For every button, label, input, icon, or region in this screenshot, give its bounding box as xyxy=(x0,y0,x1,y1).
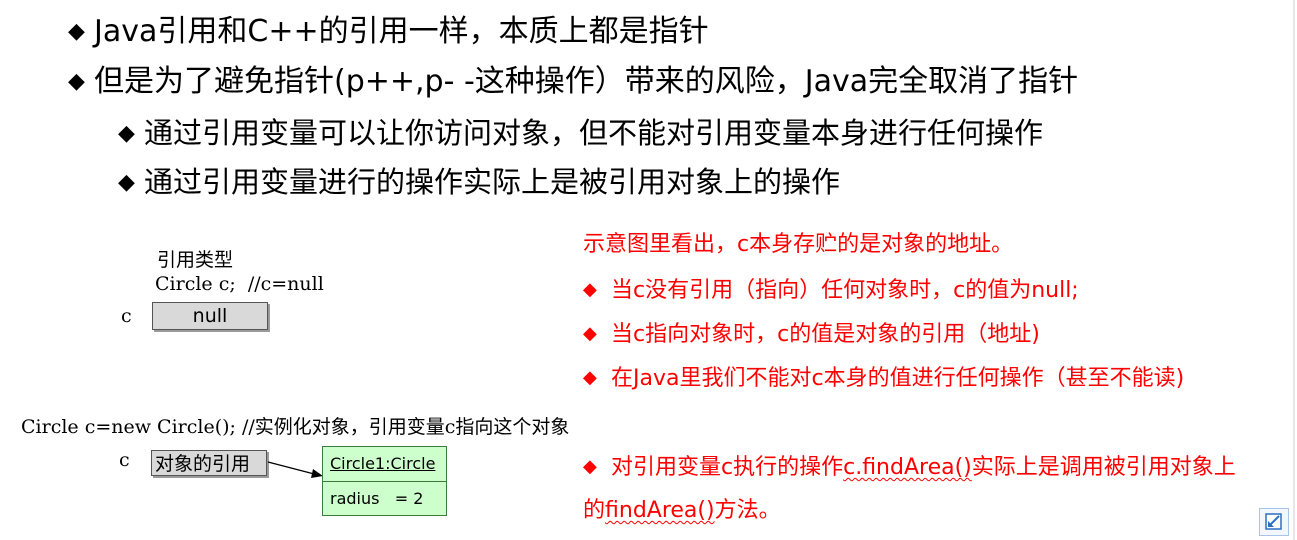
object-reference-box: 对象的引用 xyxy=(151,450,267,476)
object-header: Circle1:Circle xyxy=(323,447,446,482)
note-4-line2-suffix: 方法。 xyxy=(714,498,781,523)
bullet-1-text: Java引用和C++的引用一样，本质上都是指针 xyxy=(94,14,709,49)
sub-bullet-2-text: 通过引用变量进行的操作实际上是被引用对象上的操作 xyxy=(144,165,841,199)
declaration-code: Circle c; //c=null xyxy=(155,273,324,295)
note-item-2-text: 当c指向对象时，c的值是对象的引用（地址) xyxy=(611,322,1040,347)
note-item-1-text: 当c没有引用（指向）任何对象时，c的值为null; xyxy=(611,278,1079,303)
variable-c-label: c xyxy=(121,305,132,327)
sub-bullet-1-text: 通过引用变量可以让你访问对象，但不能对引用变量本身进行任何操作 xyxy=(144,116,1044,150)
note-4-line2-prefix: 的 xyxy=(583,498,606,523)
circle-object-box: Circle1:Circle radius = 2 xyxy=(322,446,447,516)
bullet-2: ◆ 但是为了避免指针(p++,p- -这种操作）带来的风险，Java完全取消了指针 xyxy=(68,64,1078,100)
null-value-box: null xyxy=(152,302,268,330)
object-header-text: Circle1:Circle xyxy=(330,454,436,473)
diamond-bullet-icon: ◆ xyxy=(118,121,135,146)
corner-action-button[interactable] xyxy=(1259,508,1289,536)
note-intro: 示意图里看出，c本身存贮的是对象的地址。 xyxy=(583,232,1014,257)
instantiation-code: Circle c=new Circle(); //实例化对象，引用变量c指向这个… xyxy=(21,416,570,438)
note-item-2: ◆ 当c指向对象时，c的值是对象的引用（地址) xyxy=(583,320,1040,349)
note-4-prefix: 对引用变量c执行的操作 xyxy=(611,455,844,480)
corner-action-icon xyxy=(1265,513,1282,530)
note-4-method-call: c.findArea() xyxy=(843,455,972,480)
red-diamond-icon: ◆ xyxy=(583,279,597,300)
sub-bullet-1: ◆ 通过引用变量可以让你访问对象，但不能对引用变量本身进行任何操作 xyxy=(118,115,1043,152)
note-item-1: ◆ 当c没有引用（指向）任何对象时，c的值为null; xyxy=(583,276,1079,305)
variable-c-label-2: c xyxy=(119,449,130,471)
red-diamond-icon: ◆ xyxy=(583,323,597,344)
diamond-bullet-icon: ◆ xyxy=(68,19,85,44)
note-item-3-text: 在Java里我们不能对c本身的值进行任何操作（甚至不能读) xyxy=(611,366,1185,391)
reference-arrow xyxy=(267,461,323,478)
bullet-2-text: 但是为了避免指针(p++,p- -这种操作）带来的风险，Java完全取消了指针 xyxy=(94,64,1079,99)
scrollbar-edge xyxy=(1293,0,1295,540)
red-diamond-icon: ◆ xyxy=(583,367,597,388)
note-4-method-name: findArea() xyxy=(605,498,715,523)
note-item-3: ◆ 在Java里我们不能对c本身的值进行任何操作（甚至不能读) xyxy=(583,364,1184,393)
note-4-suffix: 实际上是调用被引用对象上 xyxy=(971,455,1236,480)
note-item-4-line2: 的findArea()方法。 xyxy=(583,497,781,525)
object-attribute: radius = 2 xyxy=(330,489,424,508)
diamond-bullet-icon: ◆ xyxy=(68,69,85,94)
sub-bullet-2: ◆ 通过引用变量进行的操作实际上是被引用对象上的操作 xyxy=(118,164,840,201)
reference-type-label: 引用类型 xyxy=(157,249,234,271)
diamond-bullet-icon: ◆ xyxy=(118,170,135,195)
bullet-1: ◆ Java引用和C++的引用一样，本质上都是指针 xyxy=(68,14,709,50)
red-diamond-icon: ◆ xyxy=(583,456,597,477)
note-item-4-line1: ◆ 对引用变量c执行的操作c.findArea()实际上是调用被引用对象上 xyxy=(583,453,1236,482)
